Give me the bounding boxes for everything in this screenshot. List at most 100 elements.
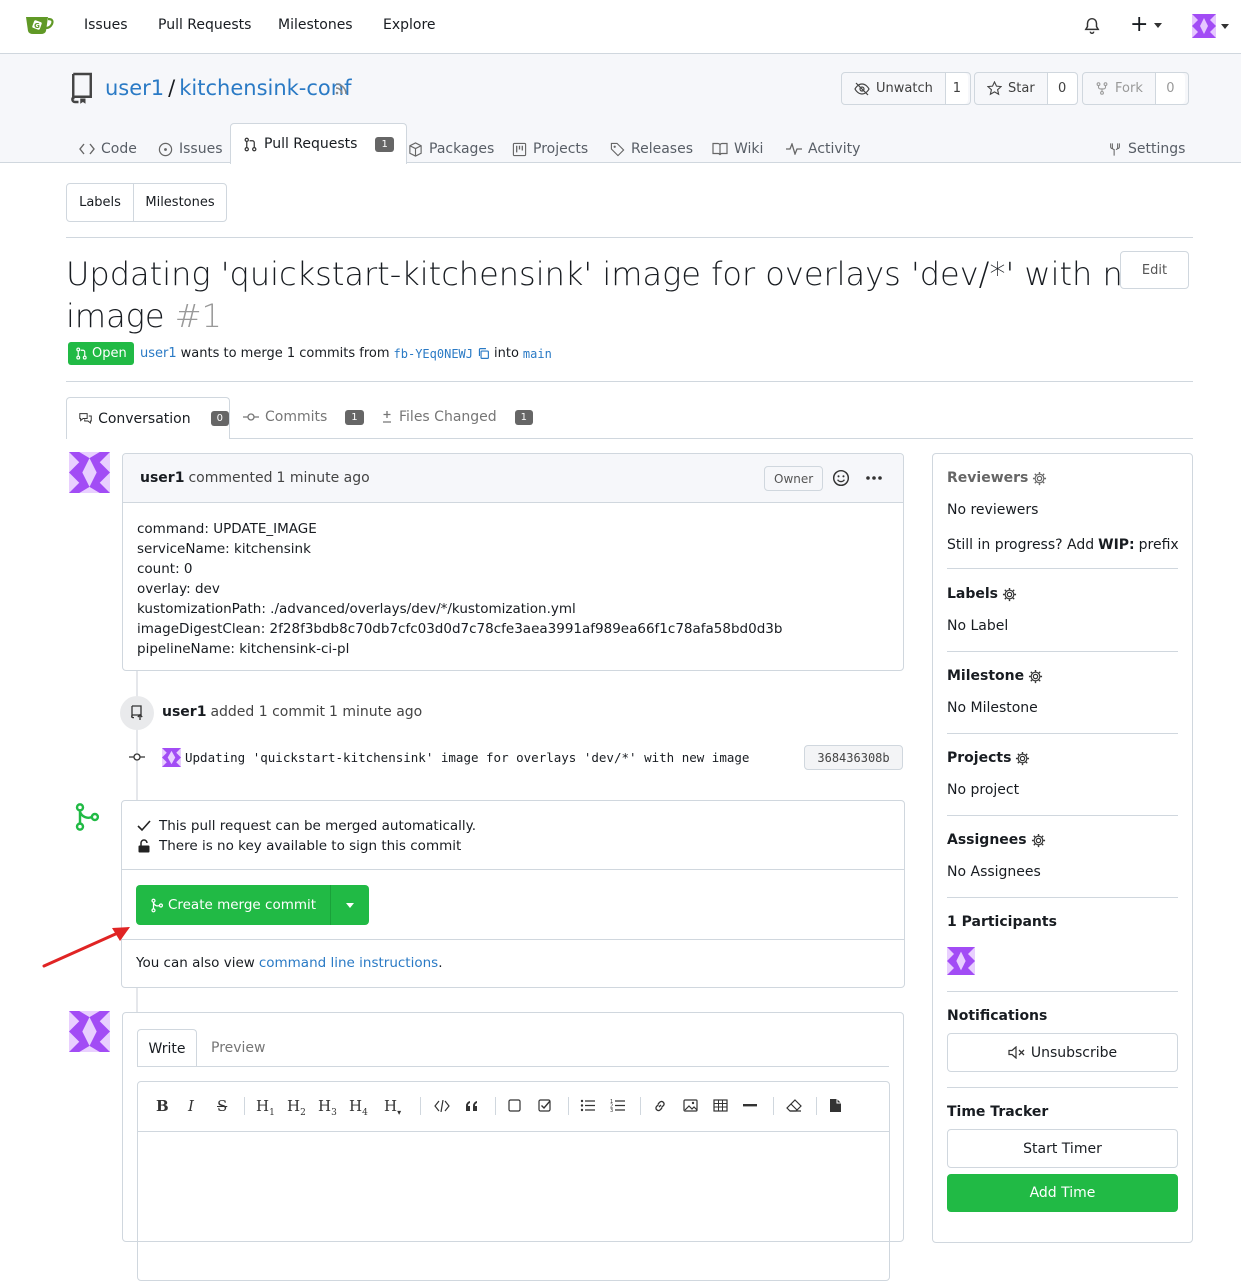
tab-write[interactable]: Write: [137, 1029, 197, 1067]
labels-button[interactable]: Labels: [67, 184, 134, 221]
create-merge-commit-button[interactable]: Create merge commit: [136, 885, 331, 925]
tab-pull-requests[interactable]: Pull Requests 1: [230, 123, 407, 164]
user-menu[interactable]: [1192, 14, 1229, 38]
copy-icon[interactable]: [477, 347, 490, 360]
tab-activity-label: Activity: [808, 141, 861, 157]
nav-pull-requests[interactable]: Pull Requests: [158, 17, 251, 33]
gitea-logo-icon[interactable]: G: [24, 13, 54, 35]
tab-issues[interactable]: Issues: [158, 134, 223, 164]
tab-code[interactable]: Code: [79, 134, 137, 164]
table-icon[interactable]: [713, 1099, 728, 1112]
commit-sha-button[interactable]: 368436308b: [804, 745, 903, 770]
tab-releases[interactable]: Releases: [610, 134, 693, 164]
link-icon[interactable]: [653, 1099, 667, 1113]
pr-author-link[interactable]: user1: [140, 346, 177, 361]
heading-3-icon[interactable]: H3: [318, 1097, 337, 1118]
italic-icon[interactable]: I: [188, 1097, 194, 1115]
kebab-menu-icon[interactable]: [865, 475, 883, 481]
add-time-button[interactable]: Add Time: [947, 1174, 1178, 1212]
rss-icon[interactable]: [334, 80, 350, 96]
star-count[interactable]: 0: [1046, 73, 1077, 104]
merge-style-dropdown[interactable]: [331, 885, 369, 925]
checkbox-checked-icon[interactable]: [538, 1099, 552, 1112]
head-branch-link[interactable]: fb-YEq0NEWJ: [394, 347, 473, 361]
tab-files-changed[interactable]: Files Changed 1: [381, 409, 534, 425]
tab-activity[interactable]: Activity: [786, 134, 860, 164]
ordered-list-icon[interactable]: 123: [610, 1099, 625, 1112]
repo-icon: [68, 72, 96, 104]
commit-event-author[interactable]: user1: [162, 704, 206, 720]
comment-line: overlay: dev: [137, 581, 220, 597]
milestones-button[interactable]: Milestones: [134, 184, 226, 221]
tab-settings[interactable]: Settings: [1108, 134, 1185, 164]
checkbox-empty-icon[interactable]: [508, 1099, 521, 1112]
code-icon[interactable]: [434, 1100, 450, 1112]
watch-count[interactable]: 1: [944, 73, 968, 104]
start-timer-button[interactable]: Start Timer: [947, 1129, 1178, 1168]
pr-number: #1: [174, 297, 222, 335]
nav-issues[interactable]: Issues: [84, 17, 128, 33]
command-line-instructions-link[interactable]: command line instructions: [259, 955, 438, 971]
avatar[interactable]: [69, 1011, 110, 1052]
repo-owner-link[interactable]: user1: [105, 76, 164, 100]
divider: [947, 651, 1178, 652]
fork-button[interactable]: Fork 0: [1082, 72, 1189, 105]
gear-icon: [1016, 751, 1030, 765]
tab-packages[interactable]: Packages: [408, 134, 494, 164]
edit-title-button[interactable]: Edit: [1120, 251, 1189, 289]
bold-icon[interactable]: B: [156, 1097, 169, 1115]
toolbar-divider: [640, 1097, 641, 1115]
heading-4-icon[interactable]: H4: [349, 1097, 368, 1118]
smiley-icon[interactable]: [832, 469, 850, 487]
time-tracker-title: Time Tracker: [947, 1104, 1049, 1120]
horizontal-rule-icon[interactable]: [743, 1104, 757, 1107]
reviewers-title[interactable]: Reviewers: [947, 470, 1047, 486]
milestone-title[interactable]: Milestone: [947, 668, 1043, 684]
tab-conversation[interactable]: Conversation 0: [66, 397, 230, 439]
star-button[interactable]: Star 0: [974, 72, 1078, 105]
toolbar-divider: [244, 1097, 245, 1115]
comment-line: imageDigestClean: 2f28f3bdb8c70db7cfc03d…: [137, 621, 783, 637]
tab-preview[interactable]: Preview: [211, 1040, 266, 1056]
tab-wiki[interactable]: Wiki: [712, 134, 763, 164]
labels-milestones-switch: Labels Milestones: [66, 183, 227, 222]
avatar[interactable]: [947, 947, 975, 975]
merge-icon: [151, 898, 163, 912]
strikethrough-icon[interactable]: S: [217, 1097, 227, 1115]
also-view-text: You can also view: [136, 955, 255, 971]
base-branch-link[interactable]: main: [523, 347, 552, 361]
wip-keyword[interactable]: WIP:: [1098, 537, 1135, 553]
image-icon[interactable]: [683, 1099, 698, 1112]
bell-icon[interactable]: [1083, 17, 1101, 35]
comment-author[interactable]: user1: [140, 470, 184, 486]
tab-conversation-label: Conversation: [98, 410, 191, 427]
tab-projects[interactable]: Projects: [512, 134, 588, 164]
commit-icon: [243, 413, 259, 421]
heading-dropdown-icon[interactable]: H▾: [384, 1097, 401, 1117]
create-new-menu[interactable]: +: [1130, 13, 1163, 37]
unsubscribe-button[interactable]: Unsubscribe: [947, 1033, 1178, 1072]
heading-2-icon[interactable]: H2: [287, 1097, 306, 1118]
avatar[interactable]: [69, 452, 110, 493]
heading-1-icon[interactable]: H1: [256, 1097, 275, 1118]
pr-tabs-baseline: [66, 438, 1193, 439]
eraser-icon[interactable]: [786, 1099, 802, 1112]
commit-message-link[interactable]: Updating 'quickstart-kitchensink' image …: [185, 750, 749, 765]
check-icon: [137, 820, 151, 832]
repo-name-link[interactable]: kitchensink-conf: [179, 76, 351, 100]
assignees-title[interactable]: Assignees: [947, 832, 1046, 848]
tab-commits[interactable]: Commits 1: [243, 409, 364, 425]
file-icon[interactable]: [829, 1098, 842, 1113]
merge-button-group: Create merge commit: [136, 885, 369, 925]
comment-line: serviceName: kitchensink: [137, 541, 311, 557]
unordered-list-icon[interactable]: [580, 1099, 595, 1112]
projects-title[interactable]: Projects: [947, 750, 1030, 766]
nav-milestones[interactable]: Milestones: [278, 17, 353, 33]
commit-event-action: added 1 commit: [210, 704, 326, 720]
divider: [947, 897, 1178, 898]
labels-title[interactable]: Labels: [947, 586, 1017, 602]
unwatch-button[interactable]: Unwatch 1: [841, 72, 971, 105]
quote-icon[interactable]: [465, 1100, 479, 1112]
nav-explore[interactable]: Explore: [383, 17, 436, 33]
fork-count[interactable]: 0: [1154, 73, 1185, 104]
